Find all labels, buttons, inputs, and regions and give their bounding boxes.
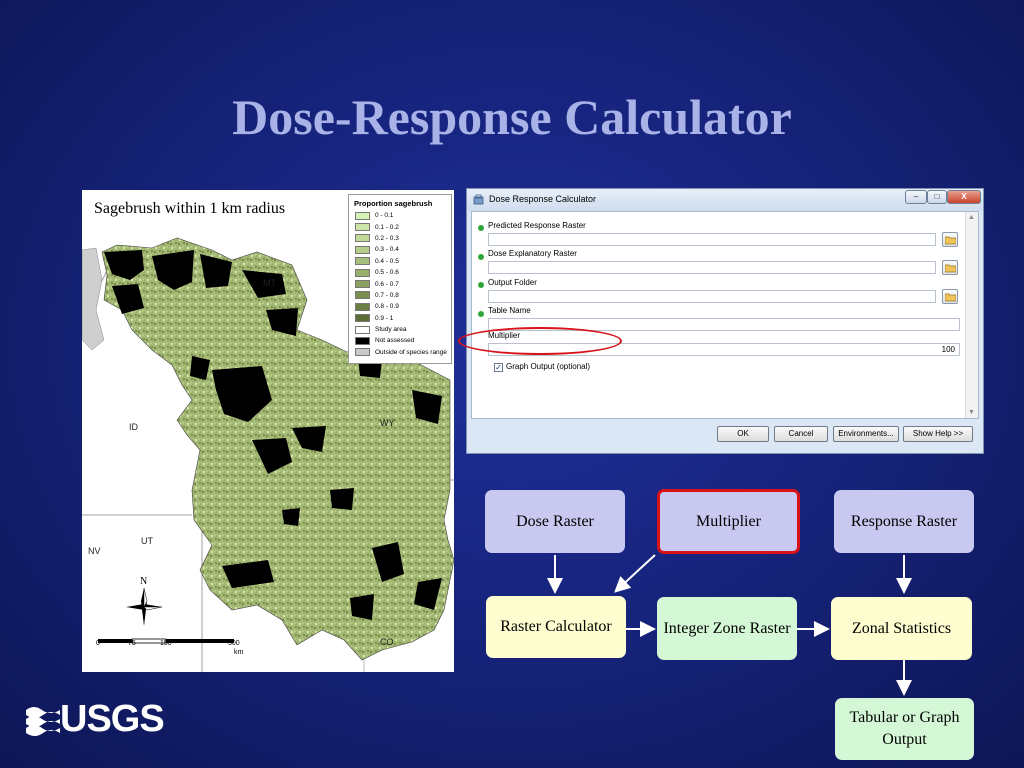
integer-zone-raster-box: Integer Zone Raster [657,597,797,660]
tabular-graph-output-box: Tabular or Graph Output [835,698,974,760]
usgs-logo-text: USGS [60,698,165,740]
dose-raster-box: Dose Raster [485,490,625,553]
response-raster-box: Response Raster [834,490,974,553]
raster-calculator-box: Raster Calculator [486,596,626,658]
usgs-wave-logo-icon [26,707,60,736]
zonal-statistics-box: Zonal Statistics [831,597,972,660]
multiplier-box: Multiplier [657,489,800,554]
